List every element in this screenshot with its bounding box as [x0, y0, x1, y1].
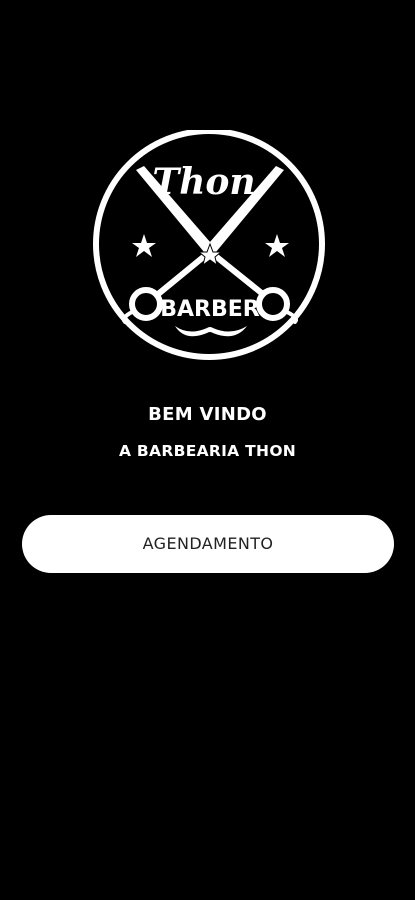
welcome-screen: Thon BARBER BEM VINDO A BARBEARIA THON A…	[0, 0, 415, 900]
welcome-subtitle: A BARBEARIA THON	[118, 442, 297, 460]
barber-logo: Thon BARBER	[89, 130, 329, 360]
scissors-logo-icon: Thon BARBER	[93, 130, 325, 360]
welcome-title: BEM VINDO	[148, 404, 267, 425]
svg-text:Thon: Thon	[152, 161, 255, 203]
schedule-button[interactable]: AGENDAMENTO	[22, 515, 394, 573]
svg-text:BARBER: BARBER	[160, 297, 260, 322]
